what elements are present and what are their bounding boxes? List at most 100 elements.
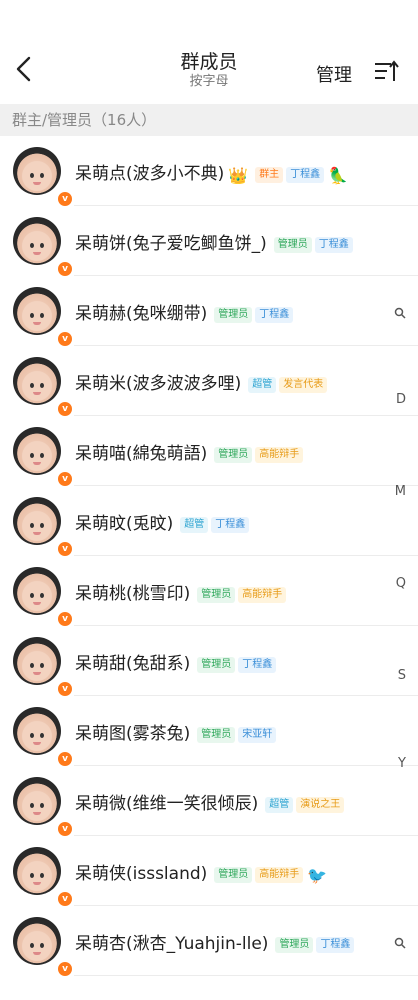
member-name: 呆萌图(雾茶兔)	[75, 724, 191, 744]
member-tags: 群主 丁程鑫	[252, 162, 325, 183]
avatar-face	[22, 931, 52, 961]
member-row[interactable]: v 呆萌旼(兎旼) 超管 丁程鑫	[0, 486, 418, 557]
member-tags: 管理员 丁程鑫	[194, 652, 277, 673]
member-tag: 管理员	[197, 657, 236, 673]
member-tag: 丁程鑫	[314, 237, 353, 253]
avatar-eye	[30, 733, 34, 738]
page-title: 群成员	[180, 51, 238, 73]
manage-button[interactable]: 管理	[316, 61, 352, 87]
avatar-face	[22, 721, 52, 751]
avatar-face	[22, 441, 52, 471]
avatar-eye	[40, 453, 44, 458]
avatar[interactable]: v	[13, 847, 73, 907]
avatar-face	[22, 511, 52, 541]
avatar-mouth	[33, 182, 41, 185]
sort-icon[interactable]	[372, 58, 400, 86]
avatar-eye	[40, 593, 44, 598]
nav-bar: 群成员 按字母 管理	[0, 42, 418, 104]
member-row[interactable]: v 呆萌赫(兔咪绷带) 管理员 丁程鑫	[0, 276, 418, 347]
page-subtitle: 按字母	[189, 74, 229, 89]
member-row[interactable]: v 呆萌米(波多波波多哩) 超管 发言代表	[0, 346, 418, 417]
avatar[interactable]: v	[13, 287, 73, 347]
avatar[interactable]: v	[13, 777, 73, 837]
index-letter[interactable]: Y	[398, 756, 406, 771]
member-tag: 管理员	[197, 727, 236, 743]
avatar[interactable]: v	[13, 917, 73, 977]
member-row[interactable]: v 呆萌侠(isssland) 管理员 高能辩手 🐦	[0, 836, 418, 907]
search-icon[interactable]	[394, 307, 406, 319]
chevron-left-icon[interactable]	[12, 54, 36, 84]
vip-badge-icon: v	[57, 331, 73, 347]
vip-badge-icon: v	[57, 261, 73, 277]
member-name-line: 呆萌甜(兔甜系) 管理员 丁程鑫	[75, 649, 277, 674]
member-tag: 发言代表	[279, 377, 328, 393]
member-tags: 超管 丁程鑫	[177, 512, 250, 533]
index-letter[interactable]: S	[398, 668, 406, 683]
avatar[interactable]: v	[13, 567, 73, 627]
vip-badge-icon: v	[57, 191, 73, 207]
avatar-eye	[30, 313, 34, 318]
avatar-eye	[30, 803, 34, 808]
avatar-mouth	[33, 952, 41, 955]
avatar-face	[22, 231, 52, 261]
index-letter[interactable]: Q	[396, 576, 406, 591]
member-row[interactable]: v 呆萌喵(綿兔萌語) 管理员 高能辩手	[0, 416, 418, 487]
vip-badge-icon: v	[57, 821, 73, 837]
vip-badge-icon: v	[57, 751, 73, 767]
member-row[interactable]: v 呆萌饼(兔子爱吃鲫鱼饼_) 管理员 丁程鑫	[0, 206, 418, 277]
avatar[interactable]: v	[13, 217, 73, 277]
member-name-line: 呆萌点(波多小不典) 👑 群主 丁程鑫 🦜	[75, 159, 348, 185]
member-tag: 管理员	[214, 447, 253, 463]
member-name: 呆萌微(维维一笑很倾辰)	[75, 794, 259, 814]
avatar-eye	[40, 523, 44, 528]
member-row[interactable]: v 呆萌点(波多小不典) 👑 群主 丁程鑫 🦜	[0, 136, 418, 207]
index-letter[interactable]: M	[395, 484, 406, 499]
vip-badge-icon: v	[57, 961, 73, 977]
member-tag: 群主	[255, 167, 284, 183]
vip-badge-icon: v	[57, 891, 73, 907]
member-tag: 高能辩手	[255, 447, 304, 463]
member-tags: 管理员 高能辩手	[211, 862, 304, 883]
member-name: 呆萌喵(綿兔萌語)	[75, 444, 208, 464]
index-letter[interactable]: D	[396, 392, 406, 407]
member-row[interactable]: v 呆萌微(维维一笑很倾辰) 超管 演说之王	[0, 766, 418, 837]
member-name-line: 呆萌桃(桃雪印) 管理员 高能辩手	[75, 579, 287, 604]
member-name: 呆萌侠(isssland)	[75, 864, 208, 884]
crown-icon: 👑	[228, 166, 249, 185]
member-row[interactable]: v 呆萌甜(兔甜系) 管理员 丁程鑫	[0, 626, 418, 697]
member-name-line: 呆萌侠(isssland) 管理员 高能辩手 🐦	[75, 859, 327, 885]
avatar-mouth	[33, 252, 41, 255]
member-row[interactable]: v 呆萌图(雾茶兔) 管理员 宋亚轩	[0, 696, 418, 767]
member-name-line: 呆萌赫(兔咪绷带) 管理员 丁程鑫	[75, 299, 294, 324]
avatar-eye	[30, 663, 34, 668]
member-row[interactable]: v 呆萌杏(湫杏_Yuahjin-lle) 管理员 丁程鑫	[0, 906, 418, 977]
avatar-eye	[30, 523, 34, 528]
avatar[interactable]: v	[13, 427, 73, 487]
avatar[interactable]: v	[13, 357, 73, 417]
member-name-line: 呆萌饼(兔子爱吃鲫鱼饼_) 管理员 丁程鑫	[75, 229, 353, 254]
vip-badge-icon: v	[57, 611, 73, 627]
avatar-face	[22, 161, 52, 191]
avatar-mouth	[33, 322, 41, 325]
search-icon[interactable]	[394, 937, 406, 949]
avatar-mouth	[33, 392, 41, 395]
member-row[interactable]: v 呆萌桃(桃雪印) 管理员 高能辩手	[0, 556, 418, 627]
avatar[interactable]: v	[13, 147, 73, 207]
avatar-mouth	[33, 602, 41, 605]
member-tag: 管理员	[273, 237, 312, 253]
member-tag: 高能辩手	[255, 867, 304, 883]
avatar-mouth	[33, 532, 41, 535]
member-tags: 管理员 丁程鑫	[272, 932, 355, 953]
avatar-mouth	[33, 672, 41, 675]
avatar-eye	[30, 383, 34, 388]
avatar-eye	[40, 383, 44, 388]
avatar[interactable]: v	[13, 497, 73, 557]
vip-badge-icon: v	[57, 471, 73, 487]
avatar[interactable]: v	[13, 707, 73, 767]
member-tag: 超管	[248, 377, 277, 393]
avatar[interactable]: v	[13, 637, 73, 697]
avatar-eye	[30, 243, 34, 248]
avatar-eye	[30, 943, 34, 948]
avatar-face	[22, 581, 52, 611]
member-tag: 丁程鑫	[238, 657, 277, 673]
